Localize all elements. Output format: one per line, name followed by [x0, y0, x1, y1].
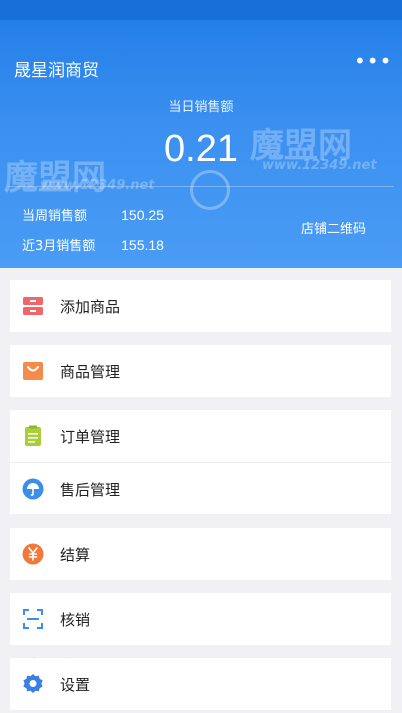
- menu-item-settings[interactable]: 设置: [10, 658, 391, 710]
- menu-item-after-sale[interactable]: 售后管理: [10, 462, 391, 514]
- week-sales-row: 当周销售额 150.25: [22, 205, 164, 224]
- menu-group-settings: 设置: [10, 658, 391, 710]
- today-sales-label: 当日销售额: [168, 100, 234, 115]
- umbrella-icon: [22, 478, 44, 500]
- menu-label-verify: 核销: [60, 611, 91, 629]
- shop-name: 晟星润商贸: [14, 61, 99, 81]
- shop-qrcode-link[interactable]: 店铺二维码: [301, 218, 366, 237]
- menu-group-orders: 订单管理 售后管理: [10, 410, 391, 514]
- watermark-logo-icon: [190, 170, 230, 210]
- more-options-button[interactable]: •••: [354, 51, 391, 72]
- today-sales-value: 0.21: [164, 128, 238, 170]
- three-month-sales-value: 155.18: [121, 237, 164, 253]
- menu-group-verify: 核销: [10, 593, 391, 645]
- week-sales-value: 150.25: [121, 207, 164, 223]
- scan-icon: [22, 608, 44, 630]
- three-month-sales-row: 近3月销售额 155.18: [22, 235, 164, 254]
- menu-label-settings: 设置: [60, 676, 91, 694]
- menu-item-order-manage[interactable]: 订单管理: [10, 410, 391, 462]
- shopping-bag-icon: [22, 360, 44, 382]
- week-sales-label: 当周销售额: [22, 209, 88, 224]
- menu-label-order-manage: 订单管理: [60, 428, 121, 446]
- menu-group-settlement: 结算: [10, 528, 391, 580]
- header-divider: [8, 186, 394, 187]
- gear-icon: [22, 673, 44, 695]
- menu-label-after-sale: 售后管理: [60, 481, 121, 499]
- three-month-sales-label: 近3月销售额: [22, 239, 96, 254]
- header-panel: 魔盟网 www.12349.net 魔盟网 www.12349.net 晟星润商…: [0, 0, 402, 268]
- menu-item-verify[interactable]: 核销: [10, 593, 391, 645]
- menu-label-add-product: 添加商品: [60, 298, 121, 316]
- clipboard-icon: [22, 425, 44, 447]
- menu-label-settlement: 结算: [60, 546, 91, 564]
- menu-item-settlement[interactable]: 结算: [10, 528, 391, 580]
- drawer-icon: [22, 295, 44, 317]
- menu-group-products: 商品管理: [10, 345, 391, 397]
- menu-label-product-manage: 商品管理: [60, 363, 121, 381]
- yuan-coin-icon: [22, 543, 44, 565]
- menu-item-product-manage[interactable]: 商品管理: [10, 345, 391, 397]
- status-bar: [0, 0, 402, 20]
- menu-group-add: 添加商品: [10, 280, 391, 332]
- menu-item-add-product[interactable]: 添加商品: [10, 280, 391, 332]
